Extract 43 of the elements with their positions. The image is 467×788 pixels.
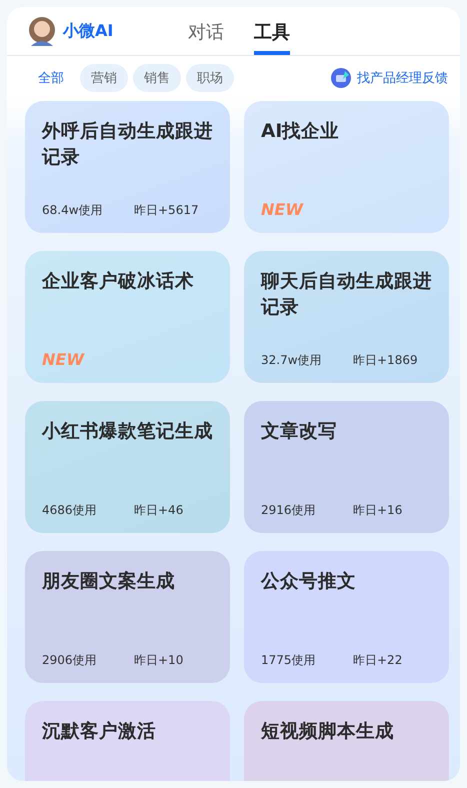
- tool-card[interactable]: 企业客户破冰话术 NEW: [25, 251, 230, 383]
- filter-chip[interactable]: 职场: [186, 64, 234, 92]
- avatar-icon: [28, 16, 56, 46]
- card-title: 企业客户破冰话术: [42, 270, 195, 294]
- card-title: 朋友圈文案生成: [42, 570, 176, 594]
- tool-card[interactable]: 朋友圈文案生成 2906使用 昨日+10: [25, 551, 230, 683]
- card-title: AI找企业: [261, 120, 340, 144]
- tool-card[interactable]: 外呼后自动生成跟进记录 68.4w使用 昨日+5617: [25, 101, 230, 233]
- tool-card[interactable]: 聊天后自动生成跟进记录 32.7w使用 昨日+1869: [244, 251, 449, 383]
- new-label: NEW: [42, 350, 86, 369]
- card-title: 小红书爆款笔记生成: [42, 420, 213, 444]
- tab[interactable]: 工具: [254, 16, 290, 55]
- yesterday-count: 昨日+22: [353, 652, 402, 669]
- yesterday-count: 昨日+10: [134, 652, 184, 669]
- card-title: 外呼后自动生成跟进记录: [42, 120, 213, 170]
- tool-card[interactable]: 沉默客户激活: [25, 701, 230, 781]
- feedback-icon: [330, 67, 352, 89]
- yesterday-count: 昨日+46: [134, 502, 184, 519]
- new-label: NEW: [261, 200, 304, 219]
- tool-card[interactable]: 小红书爆款笔记生成 4686使用 昨日+46: [25, 401, 230, 533]
- card-title: 短视频脚本生成: [261, 720, 395, 744]
- usage-count: 2906使用: [42, 652, 98, 669]
- yesterday-count: 昨日+5617: [134, 202, 199, 219]
- feedback-link[interactable]: 找产品经理反馈: [357, 69, 448, 87]
- usage-count: 2916使用: [261, 502, 317, 519]
- yesterday-count: 昨日+16: [353, 502, 402, 519]
- tool-card[interactable]: 短视频脚本生成: [244, 701, 449, 781]
- filter-chip[interactable]: 营销: [80, 64, 128, 92]
- filter-chip[interactable]: 销售: [133, 64, 181, 92]
- yesterday-count: 昨日+1869: [353, 352, 418, 369]
- card-title: 文章改写: [261, 420, 338, 444]
- tool-card[interactable]: 公众号推文 1775使用 昨日+22: [244, 551, 449, 683]
- tool-card[interactable]: AI找企业 NEW: [244, 101, 449, 233]
- usage-count: 4686使用: [42, 502, 98, 519]
- card-title: 公众号推文: [261, 570, 357, 594]
- usage-count: 1775使用: [261, 652, 317, 669]
- brand-name: 小微AI: [63, 20, 114, 42]
- tab[interactable]: 对话: [188, 16, 224, 55]
- card-title: 沉默客户激活: [42, 720, 157, 744]
- usage-count: 68.4w使用: [42, 202, 104, 219]
- tool-card[interactable]: 文章改写 2916使用 昨日+16: [244, 401, 449, 533]
- usage-count: 32.7w使用: [261, 352, 323, 369]
- card-title: 聊天后自动生成跟进记录: [261, 270, 432, 320]
